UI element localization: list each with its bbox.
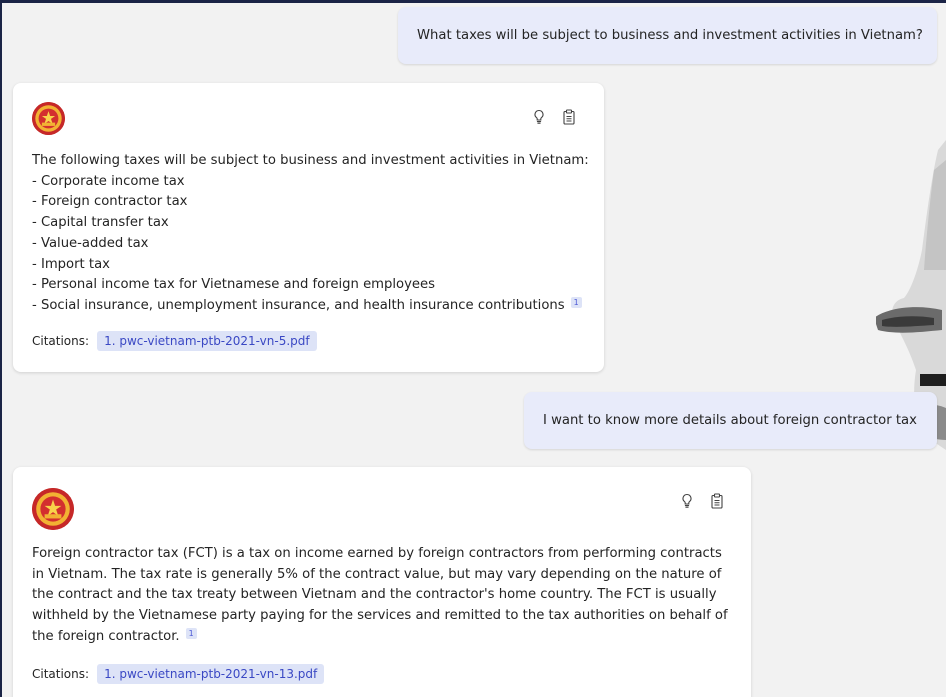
message-line: - Capital transfer tax [32, 215, 169, 231]
lightbulb-icon[interactable] [679, 493, 695, 509]
vietnam-emblem-icon [32, 102, 65, 135]
clipboard-icon[interactable] [709, 493, 725, 509]
user-message: I want to know more details about foreig… [524, 392, 937, 449]
window-frame-left [0, 0, 2, 697]
citation-footnote[interactable]: 1 [185, 627, 197, 639]
vietnam-emblem-icon [32, 488, 74, 530]
citations-row: Citations: 1. pwc-vietnam-ptb-2021-vn-13… [32, 664, 325, 684]
message-line: Foreign contractor tax (FCT) is a tax on… [32, 546, 722, 561]
message-actions [531, 109, 577, 125]
clipboard-icon[interactable] [561, 109, 577, 125]
message-line: - Corporate income tax [32, 173, 185, 189]
message-line: - Import tax [32, 256, 110, 272]
message-line: The following taxes will be subject to b… [32, 153, 589, 168]
message-line: - Foreign contractor tax [32, 194, 188, 210]
citations-label: Citations: [32, 334, 90, 348]
assistant-message: The following taxes will be subject to b… [13, 83, 604, 372]
message-line: - Personal income tax for Vietnamese and… [32, 277, 436, 293]
message-line-text: - Social insurance, unemployment insuran… [32, 297, 565, 313]
user-message-text: What taxes will be subject to business a… [417, 28, 923, 43]
citation-link[interactable]: 1. pwc-vietnam-ptb-2021-vn-5.pdf [97, 331, 317, 351]
assistant-message-text: The following taxes will be subject to b… [32, 151, 589, 317]
citation-footnote[interactable]: 1 [570, 296, 582, 308]
message-line: withheld by the Vietnamese party paying … [32, 608, 728, 624]
assistant-message: Foreign contractor tax (FCT) is a tax on… [13, 467, 751, 697]
citations-row: Citations: 1. pwc-vietnam-ptb-2021-vn-5.… [32, 331, 317, 351]
user-message: What taxes will be subject to business a… [398, 7, 937, 64]
lightbulb-icon[interactable] [531, 109, 547, 125]
message-line: - Value-added tax [32, 235, 149, 251]
message-line: the contract and the tax treaty between … [32, 587, 717, 603]
message-line-last: - Social insurance, unemployment insuran… [32, 296, 589, 317]
message-line-text: the foreign contractor. [32, 628, 180, 644]
user-message-text: I want to know more details about foreig… [543, 413, 917, 428]
window-frame-top [0, 0, 946, 3]
assistant-message-text: Foreign contractor tax (FCT) is a tax on… [32, 544, 728, 648]
message-line: in Vietnam. The tax rate is generally 5%… [32, 566, 722, 582]
citations-label: Citations: [32, 667, 90, 681]
citation-link[interactable]: 1. pwc-vietnam-ptb-2021-vn-13.pdf [97, 664, 325, 684]
message-actions [679, 493, 725, 509]
message-line-last: the foreign contractor. 1 [32, 627, 728, 648]
